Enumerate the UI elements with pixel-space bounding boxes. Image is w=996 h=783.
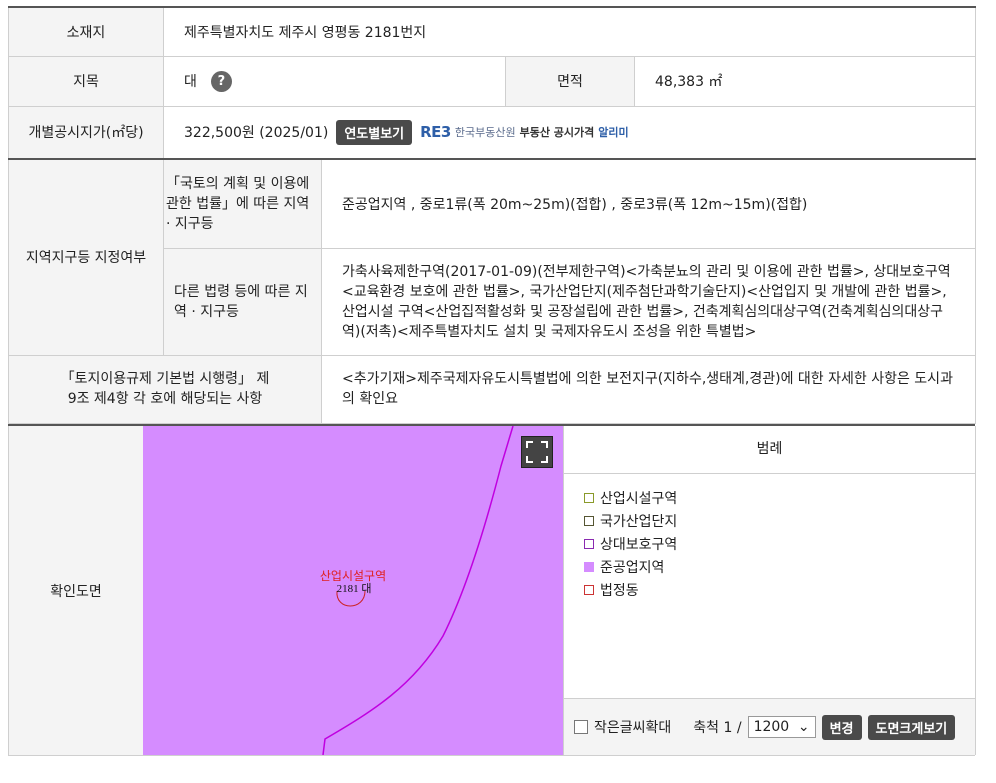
regulation-value: <추가기재>제주국제자유도시특별법에 의한 보전지구(지하수,생태계,경관)에 … bbox=[321, 354, 976, 424]
price-cell: 322,500원 (2025/01) 연도별보기 RE3 한국부동산원 부동산 … bbox=[163, 105, 976, 160]
confirmation-map[interactable]: 산업시설구역 2181 대 bbox=[143, 426, 563, 755]
parcel-label: 2181 대 bbox=[337, 582, 372, 595]
legend-swatch-icon bbox=[584, 561, 594, 572]
map-controls: 작은글씨확대 축척 1 / 1200 ⌄ 변경 도면크게보기 bbox=[564, 698, 975, 755]
reb-alimi: 알리미 bbox=[598, 126, 629, 140]
location-value: 제주특별자치도 제주시 영평동 2181번지 bbox=[163, 6, 976, 57]
area-value: 48,383 ㎡ bbox=[634, 55, 976, 107]
enlarge-map-button[interactable]: 도면크게보기 bbox=[867, 714, 956, 740]
land-info-table: 소재지 제주특별자치도 제주시 영평동 2181번지 지목 대 ? 면적 48,… bbox=[8, 6, 976, 424]
fullscreen-button[interactable] bbox=[521, 436, 553, 468]
scale-label: 축척 1 / bbox=[693, 720, 742, 736]
zoning-other-label: 다른 법령 등에 따른 지역 · 지구등 bbox=[163, 247, 322, 356]
legend-panel: 범례 산업시설구역국가산업단지상대보호구역준공업지역법정동 작은글씨확대 축척 … bbox=[563, 426, 976, 755]
chevron-down-icon: ⌄ bbox=[797, 719, 810, 735]
scale-select[interactable]: 1200 ⌄ bbox=[747, 716, 816, 738]
legend-item-label: 국가산업단지 bbox=[600, 513, 678, 530]
land-category-label: 지목 bbox=[8, 55, 164, 107]
help-icon[interactable]: ? bbox=[210, 70, 232, 92]
legend-swatch-icon bbox=[584, 538, 594, 549]
change-scale-button[interactable]: 변경 bbox=[821, 714, 862, 740]
legend-swatch-icon bbox=[584, 492, 594, 503]
scale-value: 1200 bbox=[753, 719, 790, 735]
map-canvas: 산업시설구역 2181 대 bbox=[320, 426, 514, 755]
land-category-value: 대 bbox=[184, 74, 197, 90]
legend-item-label: 법정동 bbox=[600, 582, 639, 599]
legend-list: 산업시설구역국가산업단지상대보호구역준공업지역법정동 bbox=[564, 474, 975, 613]
land-info-table-wrapper: 소재지 제주특별자치도 제주시 영평동 2181번지 지목 대 ? 면적 48,… bbox=[8, 6, 976, 424]
yearly-view-button[interactable]: 연도별보기 bbox=[336, 119, 413, 145]
price-value: 322,500원 (2025/01) bbox=[184, 125, 329, 142]
legend-item: 국가산업단지 bbox=[584, 509, 955, 532]
reb-service: 부동산 공시가격 bbox=[519, 126, 595, 140]
map-section: 확인도면 산업시설구역 2181 대 범례 산업시설구역 국가산업단지 상대보호구역… bbox=[8, 424, 976, 756]
legend-swatch-icon bbox=[584, 515, 594, 526]
zoning-national-label: 「국토의 계획 및 이용에 관한 법률」에 따른 지역 · 지구등 bbox=[163, 158, 322, 249]
location-label: 소재지 bbox=[8, 6, 164, 57]
legend-item-label: 산업시설구역 bbox=[600, 490, 678, 507]
map-label: 확인도면 bbox=[8, 426, 144, 755]
legend-item: 산업시설구역 bbox=[584, 486, 955, 509]
small-font-label: 작은글씨확대 bbox=[594, 720, 672, 736]
area-label: 면적 bbox=[505, 55, 635, 107]
legend-swatch-icon bbox=[584, 584, 594, 595]
legend-item-label: 상대보호구역 bbox=[600, 536, 678, 553]
zoning-other-value: 가축사육제한구역(2017-01-09)(전부제한구역)<가축분뇨의 관리 및 … bbox=[321, 247, 976, 356]
legend-item-label: 준공업지역 bbox=[600, 559, 665, 576]
land-category-cell: 대 ? bbox=[163, 55, 506, 107]
legend-title: 범례 bbox=[564, 426, 975, 474]
zoning-label: 지역지구등 지정여부 bbox=[8, 158, 164, 356]
regulation-label: 「토지이용규제 기본법 시행령」 제9조 제4항 각 호에 해당되는 사항 bbox=[8, 354, 322, 424]
zoning-national-value: 준공업지역 , 중로1류(폭 20m~25m)(접합) , 중로3류(폭 12m… bbox=[321, 158, 976, 249]
zone-label: 산업시설구역 bbox=[320, 569, 386, 583]
reb-alimi-link[interactable]: RE3 한국부동산원 부동산 공시가격 알리미 bbox=[420, 123, 629, 141]
reb-logo-icon: RE3 bbox=[420, 123, 451, 142]
legend-item: 상대보호구역 bbox=[584, 532, 955, 555]
fullscreen-icon bbox=[526, 441, 548, 463]
legend-item: 법정동 bbox=[584, 578, 955, 601]
legend-item: 준공업지역 bbox=[584, 555, 955, 578]
reb-org: 한국부동산원 bbox=[454, 126, 516, 140]
small-font-checkbox[interactable] bbox=[574, 720, 588, 734]
price-label: 개별공시지가(㎡당) bbox=[8, 105, 164, 160]
